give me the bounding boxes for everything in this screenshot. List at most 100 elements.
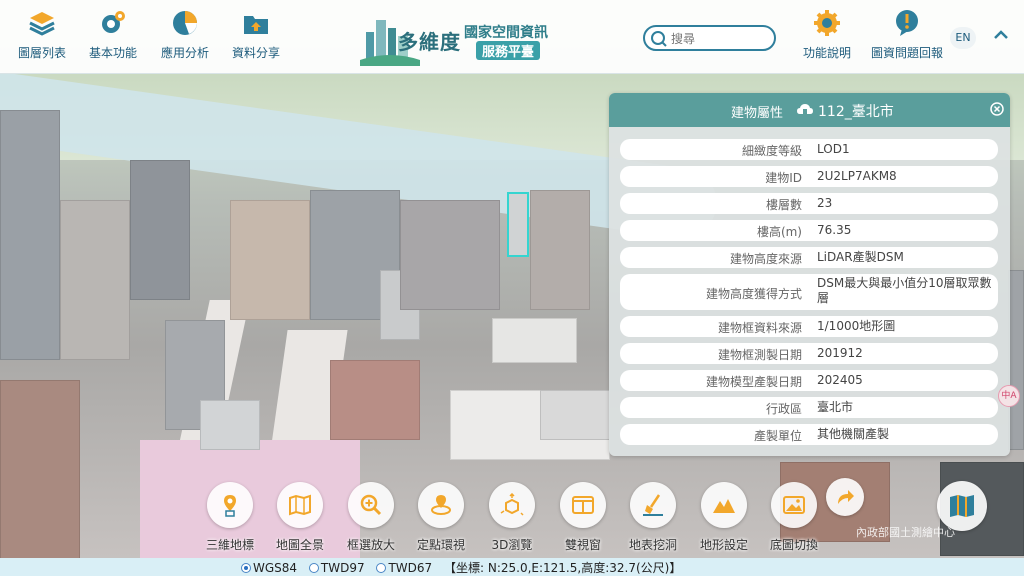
attribute-row: 細緻度等級 LOD1: [620, 139, 998, 160]
share-folder-icon: [244, 16, 268, 34]
attribute-key: 建物ID: [765, 171, 802, 185]
next-page-button[interactable]: [826, 478, 864, 516]
attribute-key: 產製單位: [753, 429, 802, 443]
nav-help[interactable]: 功能說明: [789, 8, 865, 61]
attribute-row: 建物框測製日期 201912: [620, 343, 998, 364]
nav-report-issue[interactable]: 圖資問題回報: [864, 8, 950, 61]
attribute-key: 行政區: [765, 402, 802, 416]
attribute-value: 其他機關產製: [817, 427, 890, 441]
map-building: [200, 400, 260, 450]
coordinate-readout: 【坐標: N:25.0,E:121.5,高度:32.7(公尺)】: [443, 561, 682, 575]
attribute-value: 201912: [817, 346, 863, 360]
attribute-key: 樓高(m): [756, 225, 802, 239]
tool-button[interactable]: [630, 482, 676, 528]
tool-box-zoom[interactable]: 框選放大: [336, 482, 406, 553]
attribute-row: 樓高(m) 76.35: [620, 220, 998, 241]
nav-label: 圖層列表: [17, 46, 66, 60]
redo-arrow-icon: [838, 490, 854, 504]
attribute-value: 臺北市: [817, 400, 854, 414]
nav-label: 功能說明: [802, 46, 851, 60]
tool-label: 地表挖洞: [628, 538, 677, 552]
logo-title-badge: 服務平臺: [476, 41, 541, 60]
cube-navigate-icon: [500, 493, 524, 516]
attribute-value: LOD1: [817, 142, 850, 156]
tool-button[interactable]: [489, 482, 535, 528]
crs-label: TWD67: [388, 561, 433, 575]
logo-title-main: 多維度: [398, 30, 461, 54]
crs-option-twd97[interactable]: TWD97: [308, 561, 369, 575]
close-icon[interactable]: [990, 102, 1004, 116]
tool-basemap-switch[interactable]: 底圖切換: [759, 482, 829, 553]
attribute-key: 樓層數: [765, 198, 802, 212]
tool-button[interactable]: [771, 482, 817, 528]
map-building: [530, 190, 590, 310]
nav-basic-functions[interactable]: 基本功能: [75, 8, 151, 61]
dual-window-icon: [572, 496, 594, 514]
tool-button[interactable]: [560, 482, 606, 528]
nav-label: 資料分享: [231, 46, 280, 60]
tool-3d-browse[interactable]: 3D瀏覽: [477, 482, 547, 553]
tool-button[interactable]: [701, 482, 747, 528]
tool-label: 雙視窗: [564, 538, 601, 552]
search-input[interactable]: [671, 30, 767, 47]
tool-orbit-view[interactable]: 定點環視: [406, 482, 476, 553]
map-book-icon: [950, 495, 974, 517]
attribute-row: 行政區 臺北市: [620, 397, 998, 418]
radio-selected-icon[interactable]: [241, 563, 251, 573]
terrain-icon: [713, 499, 735, 513]
attribute-value: DSM最大與最小值分10層取眾數層: [817, 276, 992, 305]
attribute-value: LiDAR產製DSM: [817, 250, 904, 264]
attribute-value: 202405: [817, 373, 863, 387]
tool-dual-window[interactable]: 雙視窗: [548, 482, 618, 553]
tool-label: 底圖切換: [769, 538, 818, 552]
map-building: [0, 110, 60, 360]
platform-logo[interactable]: 多維度 國家空間資訊 服務平臺: [360, 8, 570, 68]
gear-icon: [102, 11, 125, 33]
attribute-key: 建物模型產製日期: [705, 375, 802, 389]
map-building: [492, 318, 577, 363]
collapse-toolbar-button[interactable]: [988, 26, 1014, 50]
panel-title: 建物屬性: [731, 106, 784, 121]
nav-data-share[interactable]: 資料分享: [218, 8, 294, 61]
tool-terrain-settings[interactable]: 地形設定: [689, 482, 759, 553]
map-building: [0, 380, 80, 560]
tool-ground-dig[interactable]: 地表挖洞: [618, 482, 688, 553]
map-building: [230, 200, 310, 320]
accessibility-font-badge[interactable]: 中A: [998, 385, 1020, 407]
selected-building[interactable]: [507, 192, 529, 257]
tool-label: 地圖全景: [275, 538, 324, 552]
crs-option-wgs84[interactable]: WGS84: [241, 561, 301, 575]
attribute-value: 76.35: [817, 223, 852, 237]
tool-label: 3D瀏覽: [491, 538, 533, 552]
tool-button[interactable]: [277, 482, 323, 528]
attribute-value: 23: [817, 196, 833, 210]
language-toggle-button[interactable]: EN: [950, 27, 976, 49]
agency-watermark: 內政部國土測繪中心: [856, 526, 955, 539]
crs-label: TWD97: [320, 561, 365, 575]
crs-selector: WGS84 TWD97 TWD67 【坐標: N:25.0,E:121.5,高度…: [241, 559, 681, 576]
tool-3d-landmark[interactable]: 三維地標: [195, 482, 265, 553]
building-cloud-icon: [797, 104, 813, 116]
nav-layer-list[interactable]: 圖層列表: [4, 8, 80, 61]
layers-icon: [29, 12, 55, 36]
building-attribute-panel: 建物屬性 112_臺北市 細緻度等級 LOD1 建物ID 2U2LP7AKM8 …: [609, 93, 1010, 456]
attribute-row: 建物高度來源 LiDAR產製DSM: [620, 247, 998, 268]
tool-button[interactable]: [418, 482, 464, 528]
search-icon[interactable]: [650, 30, 668, 48]
nav-analysis[interactable]: 應用分析: [147, 8, 223, 61]
radio-icon[interactable]: [308, 563, 319, 573]
attribute-row: 產製單位 其他機關產製: [620, 424, 998, 445]
tool-label: 定點環視: [416, 538, 465, 552]
nav-label: 基本功能: [88, 46, 137, 60]
basemap-switch-icon: [783, 496, 805, 514]
tool-map-panorama[interactable]: 地圖全景: [265, 482, 335, 553]
zoom-in-icon: [360, 494, 382, 516]
attribute-key: 建物高度來源: [729, 252, 802, 266]
tool-button[interactable]: [348, 482, 394, 528]
landmark-pin-icon: [224, 495, 236, 517]
crs-option-twd67[interactable]: TWD67: [376, 561, 436, 575]
search-box[interactable]: [643, 25, 776, 51]
tool-button[interactable]: [207, 482, 253, 528]
tool-label: 地形設定: [699, 538, 748, 552]
radio-icon[interactable]: [376, 563, 387, 573]
